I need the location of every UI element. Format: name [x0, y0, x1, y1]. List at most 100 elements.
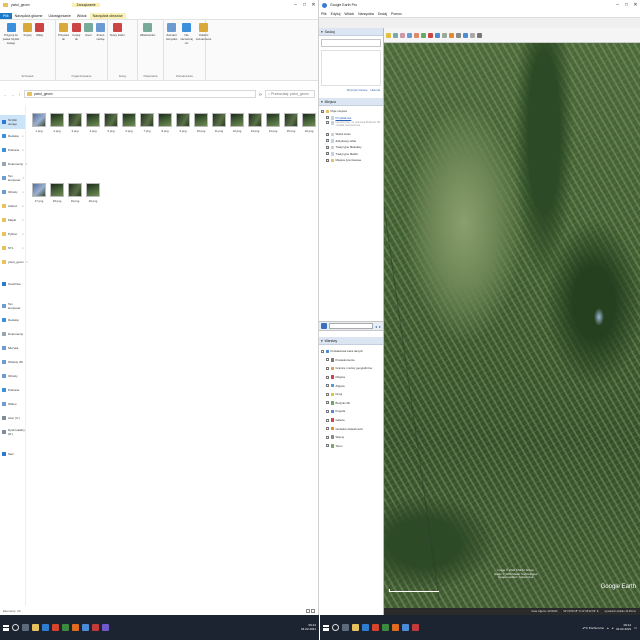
app-icon[interactable] [102, 624, 109, 631]
przenies-do-button[interactable]: Przenieś do [58, 23, 69, 80]
checkbox[interactable] [326, 375, 329, 379]
file-item[interactable]: 4.png [84, 113, 102, 183]
nav-item-ten-komputer[interactable]: Ten komputer [0, 299, 25, 313]
nav-item-desktop[interactable]: Desktop [0, 313, 25, 327]
layer-item[interactable]: Pogoda [321, 407, 383, 416]
office-icon[interactable] [372, 624, 379, 631]
file-item[interactable]: 11.png [210, 113, 228, 183]
file-item[interactable]: 6.png [120, 113, 138, 183]
up-icon[interactable]: ↑ [17, 92, 22, 97]
clock[interactable]: 09:12 04.02.2021 [616, 623, 631, 631]
historical-imagery-icon[interactable] [428, 32, 433, 38]
file-item[interactable]: 16.png [300, 113, 318, 183]
checkbox[interactable] [326, 435, 329, 439]
maximize-icon[interactable]: □ [622, 0, 631, 10]
prev-icon[interactable]: ◂ [375, 324, 377, 329]
checkbox[interactable] [326, 358, 329, 362]
path-icon[interactable] [407, 32, 412, 38]
zmien-nazwe-button[interactable]: Zmień nazwę [95, 23, 105, 80]
nie-zaznaczaj-nic-button[interactable]: Nie zaznaczaj nic [180, 23, 193, 80]
menu-pomoc[interactable]: Pomoc [391, 12, 402, 16]
clear-history-link[interactable]: Wyczyść historię [347, 88, 368, 92]
checkbox[interactable] [326, 121, 329, 124]
layer-item[interactable]: Więcej [321, 433, 383, 442]
nav-item-wideo[interactable]: Wideo [0, 397, 25, 411]
file-item[interactable]: 7.png [138, 113, 156, 183]
nav-item-onedrive[interactable]: OneDrive [0, 277, 25, 291]
minimize-icon[interactable]: – [613, 0, 622, 10]
ruler-icon[interactable] [449, 32, 454, 38]
nav-item-obrazy[interactable]: Obrazy [0, 369, 25, 383]
nav-item-mapki[interactable]: Mapki ✦ [0, 213, 25, 227]
windows-start-icon[interactable] [3, 624, 9, 631]
nav-item-ten-komputer[interactable]: Ten komputer ✦ [0, 171, 25, 185]
file-item[interactable]: 12.png [228, 113, 246, 183]
checkbox[interactable] [326, 418, 329, 422]
checkbox[interactable] [326, 116, 329, 120]
zaznacz-wszystko-button[interactable]: Zaznacz wszystko [166, 23, 177, 80]
nav-item-desktop[interactable]: Desktop ✦ [0, 129, 25, 143]
network-icon[interactable]: ▴ [607, 626, 609, 630]
checkbox[interactable] [326, 401, 329, 405]
view-in-maps-icon[interactable] [477, 32, 482, 38]
nav-item-obiekty-3d[interactable]: Obiekty 3D [0, 355, 25, 369]
clock[interactable]: 09:12 04.02.2021 [301, 623, 316, 631]
details-view-icon[interactable] [306, 608, 310, 613]
przypnij-do-paska-szybki-doste-p-button[interactable]: Przypnij do paska Szybki dostęp [2, 23, 20, 80]
firefox-icon[interactable] [392, 624, 399, 631]
checkbox[interactable] [326, 366, 329, 370]
checkbox[interactable] [326, 392, 329, 396]
history-link[interactable]: Historia [371, 88, 380, 92]
odwro-c-zaznaczenie-button[interactable]: Odwróć zaznaczenie [196, 23, 211, 80]
file-item[interactable]: 3.png [66, 113, 84, 183]
save-image-icon[interactable] [470, 32, 475, 38]
nowy-folder-button[interactable]: Nowy folder [110, 23, 125, 80]
forward-icon[interactable]: → [10, 92, 15, 97]
nav-item-arkusz[interactable]: Arkusz ✦ [0, 199, 25, 213]
google-earth-taskbar-icon[interactable] [402, 624, 409, 631]
polygon-icon[interactable] [400, 32, 405, 38]
windows-start-icon[interactable] [323, 624, 329, 631]
search-input[interactable]: ⌕ Przeszukaj: ywiol_geom [265, 90, 315, 98]
excel-icon[interactable] [62, 624, 69, 631]
taskbar-search-icon[interactable] [12, 624, 19, 631]
places-filter-input[interactable] [329, 323, 373, 329]
office-icon[interactable] [52, 624, 59, 631]
menu-narze-dzia[interactable]: Narzędzia [358, 12, 374, 16]
context-tab-label[interactable]: Zarządzanie [72, 3, 100, 7]
email-icon[interactable] [456, 32, 461, 38]
nav-item-pobrane[interactable]: Pobrane ✦ [0, 143, 25, 157]
nav-item-python[interactable]: Python ✦ [0, 227, 25, 241]
back-icon[interactable]: ← [3, 92, 8, 97]
checkbox[interactable] [326, 444, 329, 448]
file-item[interactable]: 5.png [102, 113, 120, 183]
file-item[interactable]: 9.png [174, 113, 192, 183]
task-view-icon[interactable] [342, 624, 349, 631]
menu-plik[interactable]: Plik [321, 12, 327, 16]
checkbox[interactable] [326, 152, 329, 156]
planets-icon[interactable] [442, 32, 447, 38]
google-earth-taskbar-icon[interactable] [82, 624, 89, 631]
nav-item-siec[interactable]: Sieć [0, 447, 25, 461]
large-icons-view-icon[interactable] [311, 608, 315, 613]
layer-item[interactable]: Miejsca [321, 373, 383, 382]
nav-item-dokumenty[interactable]: Dokumenty [0, 327, 25, 341]
file-item[interactable]: 14.png [264, 113, 282, 183]
file-item[interactable]: 19.png [66, 183, 84, 253]
image-overlay-icon[interactable] [414, 32, 419, 38]
places-panel-header[interactable]: ▾ Miejsca [319, 98, 383, 106]
close-icon[interactable]: ✕ [631, 0, 640, 10]
print-icon[interactable] [463, 32, 468, 38]
nav-item-dysk-lokalny-d[interactable]: Dysk lokalny (D:) [0, 425, 25, 439]
checkbox[interactable] [321, 109, 324, 113]
layer-item[interactable]: Drogi [321, 390, 383, 399]
file-item[interactable]: 20.png [84, 183, 102, 253]
layer-item[interactable]: Globalna świadomość [321, 424, 383, 433]
layer-item[interactable]: Granice i nazwy geograficzne [321, 364, 383, 373]
placemark-icon[interactable] [393, 32, 398, 38]
file-explorer-icon[interactable] [32, 624, 39, 631]
taskbar-search-icon[interactable] [332, 624, 339, 631]
menu-edytuj[interactable]: Edytuj [331, 12, 341, 16]
refresh-icon[interactable]: ⟳ [258, 92, 263, 97]
kopiuj-button[interactable]: Kopiuj [23, 23, 32, 80]
